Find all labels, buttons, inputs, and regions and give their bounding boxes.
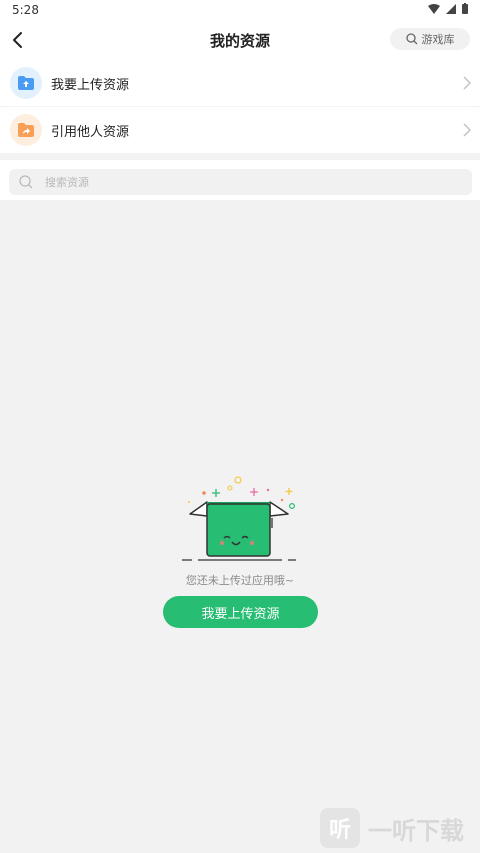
signal-icon bbox=[446, 3, 456, 14]
status-bar: 5:28 bbox=[0, 0, 480, 20]
game-library-button[interactable]: 游戏库 bbox=[390, 28, 470, 50]
game-library-label: 游戏库 bbox=[421, 33, 455, 46]
search-bar bbox=[0, 160, 480, 200]
upload-resource-entry[interactable]: 我要上传资源 bbox=[0, 60, 480, 106]
battery-icon bbox=[462, 3, 468, 14]
search-icon bbox=[19, 175, 33, 189]
search-icon bbox=[405, 33, 417, 45]
reference-resource-entry[interactable]: 引用他人资源 bbox=[0, 107, 480, 153]
empty-state-message: 您还未上传过应用哦~ bbox=[185, 574, 295, 587]
status-time: 5:28 bbox=[12, 3, 39, 17]
upload-resource-button[interactable]: 我要上传资源 bbox=[163, 596, 318, 628]
upload-resource-label: 我要上传资源 bbox=[51, 78, 130, 93]
folder-share-icon bbox=[10, 114, 42, 146]
watermark-logo-icon: 听 bbox=[320, 808, 360, 848]
chevron-right-icon bbox=[463, 76, 472, 90]
watermark: 听 一听下载 bbox=[314, 803, 480, 853]
search-input[interactable] bbox=[43, 174, 472, 190]
wifi-icon bbox=[428, 3, 440, 14]
watermark-text: 一听下载 bbox=[368, 816, 464, 845]
top-bar: 我的资源 游戏库 bbox=[0, 20, 480, 60]
empty-box-illustration bbox=[182, 476, 296, 561]
reference-resource-label: 引用他人资源 bbox=[51, 125, 130, 140]
folder-upload-icon bbox=[10, 67, 42, 99]
chevron-right-icon bbox=[463, 123, 472, 137]
search-box[interactable] bbox=[9, 169, 472, 195]
